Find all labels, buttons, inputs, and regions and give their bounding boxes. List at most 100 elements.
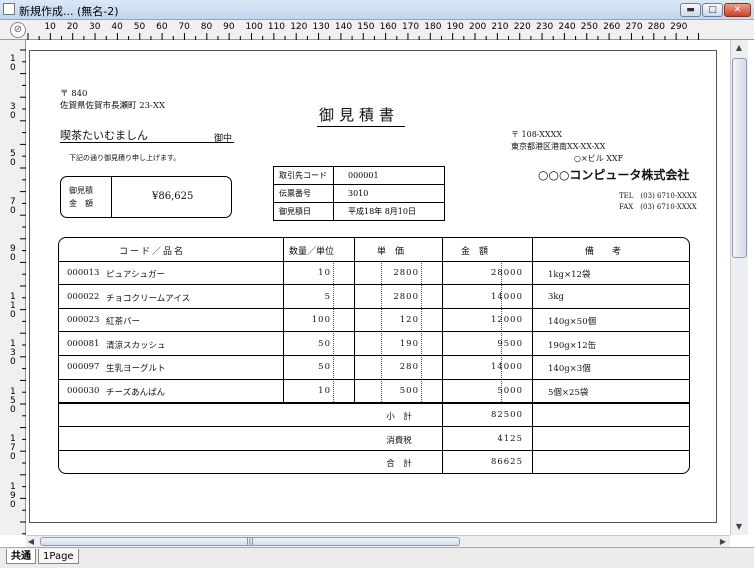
header-amount: 金 額 (461, 247, 489, 257)
sender-building: ○×ビル XXF (574, 154, 624, 163)
page-tab-bar: 共通 1Page (0, 547, 754, 568)
quotation-page[interactable]: 〒 840 佐賀県佐賀市長瀬町 23-XX 御見積書 喫茶たいむましん 御中 下… (29, 50, 717, 523)
item-note: 140g×50個 (548, 317, 597, 328)
info-row: 御見積日 平成18年 8月10日 (273, 202, 445, 221)
ruler-label-v: 70 (10, 196, 16, 216)
horizontal-ruler: ⊘ 10 20 30 40 50 60 70 80 90 100 110 120 130 140 150 16… (0, 20, 754, 40)
item-amount: 28000 (490, 268, 523, 278)
item-code: 000022 (67, 291, 100, 302)
ruler-label-h: 240 (558, 22, 576, 32)
ruler-label-h: 190 (446, 22, 464, 32)
item-name: 紅茶バー (106, 317, 141, 328)
maximize-button[interactable]: □ (702, 3, 723, 17)
info-row: 取引先コード 000001 (273, 166, 445, 185)
ruler-label-v: 150 (10, 386, 16, 415)
item-code: 000023 (67, 315, 100, 326)
document-title: 御見積書 (317, 104, 406, 127)
horizontal-scroll-thumb[interactable]: ||| (40, 537, 460, 546)
minimize-button[interactable]: ▬ (680, 3, 701, 17)
ruler-label-h: 90 (223, 22, 235, 32)
ruler-label-h: 180 (424, 22, 442, 32)
ruler-label-h: 60 (156, 22, 168, 32)
item-quantity: 100 (311, 315, 331, 326)
item-note: 190g×12缶 (548, 340, 597, 351)
item-code: 000081 (67, 338, 100, 349)
item-unit-price: 500 (399, 386, 419, 396)
ruler-label-h: 40 (111, 22, 123, 32)
item-amount: 14000 (490, 362, 523, 373)
item-amount: 14000 (490, 291, 523, 302)
subtotal-value: 82500 (490, 410, 523, 420)
horizontal-scrollbar[interactable]: ◀ ||| ▶ (26, 535, 730, 547)
amount-box: 御見積 金 額 ¥86,625 (60, 176, 232, 218)
item-code: 000030 (67, 386, 100, 396)
ruler-label-v: 50 (10, 149, 16, 168)
item-name: チョコクリームアイス (106, 293, 191, 304)
amount-label-2: 金 額 (69, 199, 93, 208)
item-unit-price: 2800 (393, 291, 419, 302)
scroll-left-icon[interactable]: ◀ (26, 537, 36, 546)
vertical-scrollbar[interactable]: ▲ ▼ (730, 40, 748, 535)
title-bar: 新規作成... (無名-2) ▬ □ ✕ (0, 0, 754, 20)
vertical-ruler: 10 30 50 70 90 110 130 150 170 190 (0, 40, 26, 535)
ruler-label-v: 90 (10, 244, 16, 263)
tab-page-1[interactable]: 1Page (38, 549, 79, 564)
ruler-label-h: 140 (334, 22, 353, 32)
item-unit-price: 120 (399, 315, 419, 326)
ruler-label-h: 210 (491, 22, 509, 32)
app-icon (3, 3, 15, 15)
item-amount: 9500 (497, 338, 523, 349)
scroll-down-icon[interactable]: ▼ (731, 522, 747, 531)
customer-postal-code: 〒 840 (60, 89, 88, 99)
info-label: 伝票番号 (273, 184, 334, 203)
window-title: 新規作成... (無名-2) (19, 5, 119, 18)
item-name: 清涼スカッシュ (106, 340, 166, 351)
info-value: 000001 (333, 166, 445, 185)
intro-text: 下記の通り御見積り申し上げます。 (69, 154, 181, 162)
vertical-scroll-thumb[interactable] (732, 58, 747, 258)
info-label: 取引先コード (273, 166, 334, 185)
item-note: 3kg (548, 291, 564, 302)
ruler-label-h: 100 (245, 22, 263, 32)
header-notes: 備 考 (585, 247, 622, 257)
item-quantity: 10 (318, 386, 331, 396)
customer-address: 佐賀県佐賀市長瀬町 23-XX (60, 101, 165, 111)
scroll-right-icon[interactable]: ▶ (718, 537, 728, 546)
header-unit-price: 単 価 (377, 247, 405, 257)
sender-company: ○○○コンピュータ株式会社 (538, 168, 690, 182)
item-code: 000013 (67, 268, 100, 278)
ruler-label-v: 170 (10, 434, 16, 462)
total-value: 86625 (490, 457, 523, 467)
info-table: 取引先コード 000001 伝票番号 3010 御見積日 平成18年 8月10日 (273, 166, 445, 221)
ruler-label-h: 50 (133, 22, 146, 32)
ruler-label-v: 130 (10, 339, 16, 367)
ruler-label-h: 250 (580, 22, 598, 32)
tax-label: 消費税 (386, 436, 412, 446)
ruler-label-h: 70 (178, 22, 190, 32)
tax-value: 4125 (497, 434, 523, 444)
item-unit-price: 280 (399, 362, 419, 373)
info-label: 御見積日 (273, 202, 334, 221)
ruler-label-h: 10 (44, 22, 56, 32)
ruler-label-h: 110 (267, 22, 286, 32)
ruler-label-h: 280 (647, 22, 665, 32)
scroll-up-icon[interactable]: ▲ (731, 43, 747, 52)
document-workspace[interactable]: 〒 840 佐賀県佐賀市長瀬町 23-XX 御見積書 喫茶たいむましん 御中 下… (26, 40, 730, 535)
ruler-label-h: 260 (603, 22, 621, 32)
item-quantity: 50 (318, 338, 331, 349)
close-button[interactable]: ✕ (724, 3, 751, 17)
item-quantity: 50 (318, 362, 331, 373)
item-note: 5個×25袋 (548, 388, 589, 398)
item-name: ピュアシュガー (106, 270, 165, 280)
ruler-label-h: 200 (469, 22, 487, 32)
item-code: 000097 (67, 362, 100, 373)
ruler-label-v: 110 (10, 291, 16, 320)
items-table: コード／品名 数量／単位 単 価 金 額 備 考 000013 ピュアシュガー 10… (58, 237, 690, 474)
customer-underline (60, 142, 234, 143)
tab-common[interactable]: 共通 (6, 549, 36, 564)
amount-label-1: 御見積 (69, 186, 93, 195)
header-code-name: コード／品名 (119, 247, 186, 257)
sender-tel: TEL (03) 6710-XXXX (619, 192, 697, 200)
item-name: 生乳ヨーグルト (106, 364, 166, 375)
ruler-label-h: 230 (536, 22, 554, 32)
